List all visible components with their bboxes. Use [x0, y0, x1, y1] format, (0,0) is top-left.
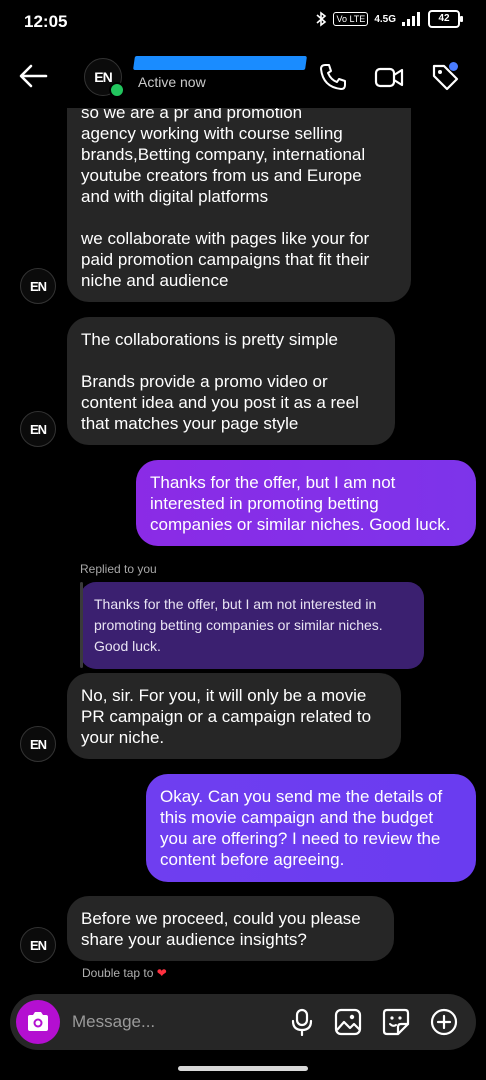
reply-indicator-bar	[80, 582, 83, 668]
message-input[interactable]: Message...	[72, 1012, 155, 1032]
status-bar: 12:05 Vo LTE 4.5G 42	[0, 0, 486, 44]
outgoing-message[interactable]: Thanks for the offer, but I am not inter…	[136, 460, 476, 546]
notification-dot	[449, 62, 458, 71]
system-icons: Vo LTE 4.5G 42	[315, 10, 463, 28]
chat-header: EN Active now	[0, 44, 486, 108]
home-indicator[interactable]	[178, 1066, 308, 1071]
volte-badge: Vo LTE	[333, 12, 369, 26]
back-arrow-icon[interactable]	[18, 62, 48, 90]
status-time: 12:05	[24, 12, 68, 31]
incoming-message[interactable]: so we are a pr and promotion agency work…	[67, 80, 411, 302]
network-type: 4.5G	[374, 13, 396, 25]
video-camera-icon[interactable]	[374, 62, 404, 92]
incoming-message[interactable]: Before we proceed, could you please shar…	[67, 896, 394, 961]
sender-avatar[interactable]: EN	[20, 268, 56, 304]
sender-avatar[interactable]: EN	[20, 927, 56, 963]
redacted-contact-name	[133, 56, 307, 70]
incoming-message[interactable]: The collaborations is pretty simple Bran…	[67, 317, 395, 445]
microphone-icon[interactable]	[288, 1008, 316, 1036]
gallery-icon[interactable]	[334, 1008, 362, 1036]
online-indicator	[109, 82, 125, 98]
sender-avatar[interactable]: EN	[20, 411, 56, 447]
sticker-icon[interactable]	[382, 1008, 410, 1036]
active-status: Active now	[138, 74, 206, 90]
message-composer: Message...	[10, 994, 476, 1050]
phone-icon[interactable]	[318, 62, 348, 92]
double-tap-hint: Double tap to ❤	[82, 966, 167, 980]
heart-icon: ❤	[156, 966, 167, 980]
plus-icon[interactable]	[430, 1008, 458, 1036]
replied-to-label: Replied to you	[80, 562, 157, 576]
battery-icon: 42	[428, 10, 463, 28]
incoming-message[interactable]: No, sir. For you, it will only be a movi…	[67, 673, 401, 759]
sender-avatar[interactable]: EN	[20, 726, 56, 762]
camera-icon	[28, 1012, 48, 1031]
camera-button[interactable]	[16, 1000, 60, 1044]
bluetooth-icon	[316, 11, 327, 27]
signal-icon	[402, 12, 420, 26]
quoted-message[interactable]: Thanks for the offer, but I am not inter…	[80, 582, 424, 669]
outgoing-message[interactable]: Okay. Can you send me the details of thi…	[146, 774, 476, 882]
